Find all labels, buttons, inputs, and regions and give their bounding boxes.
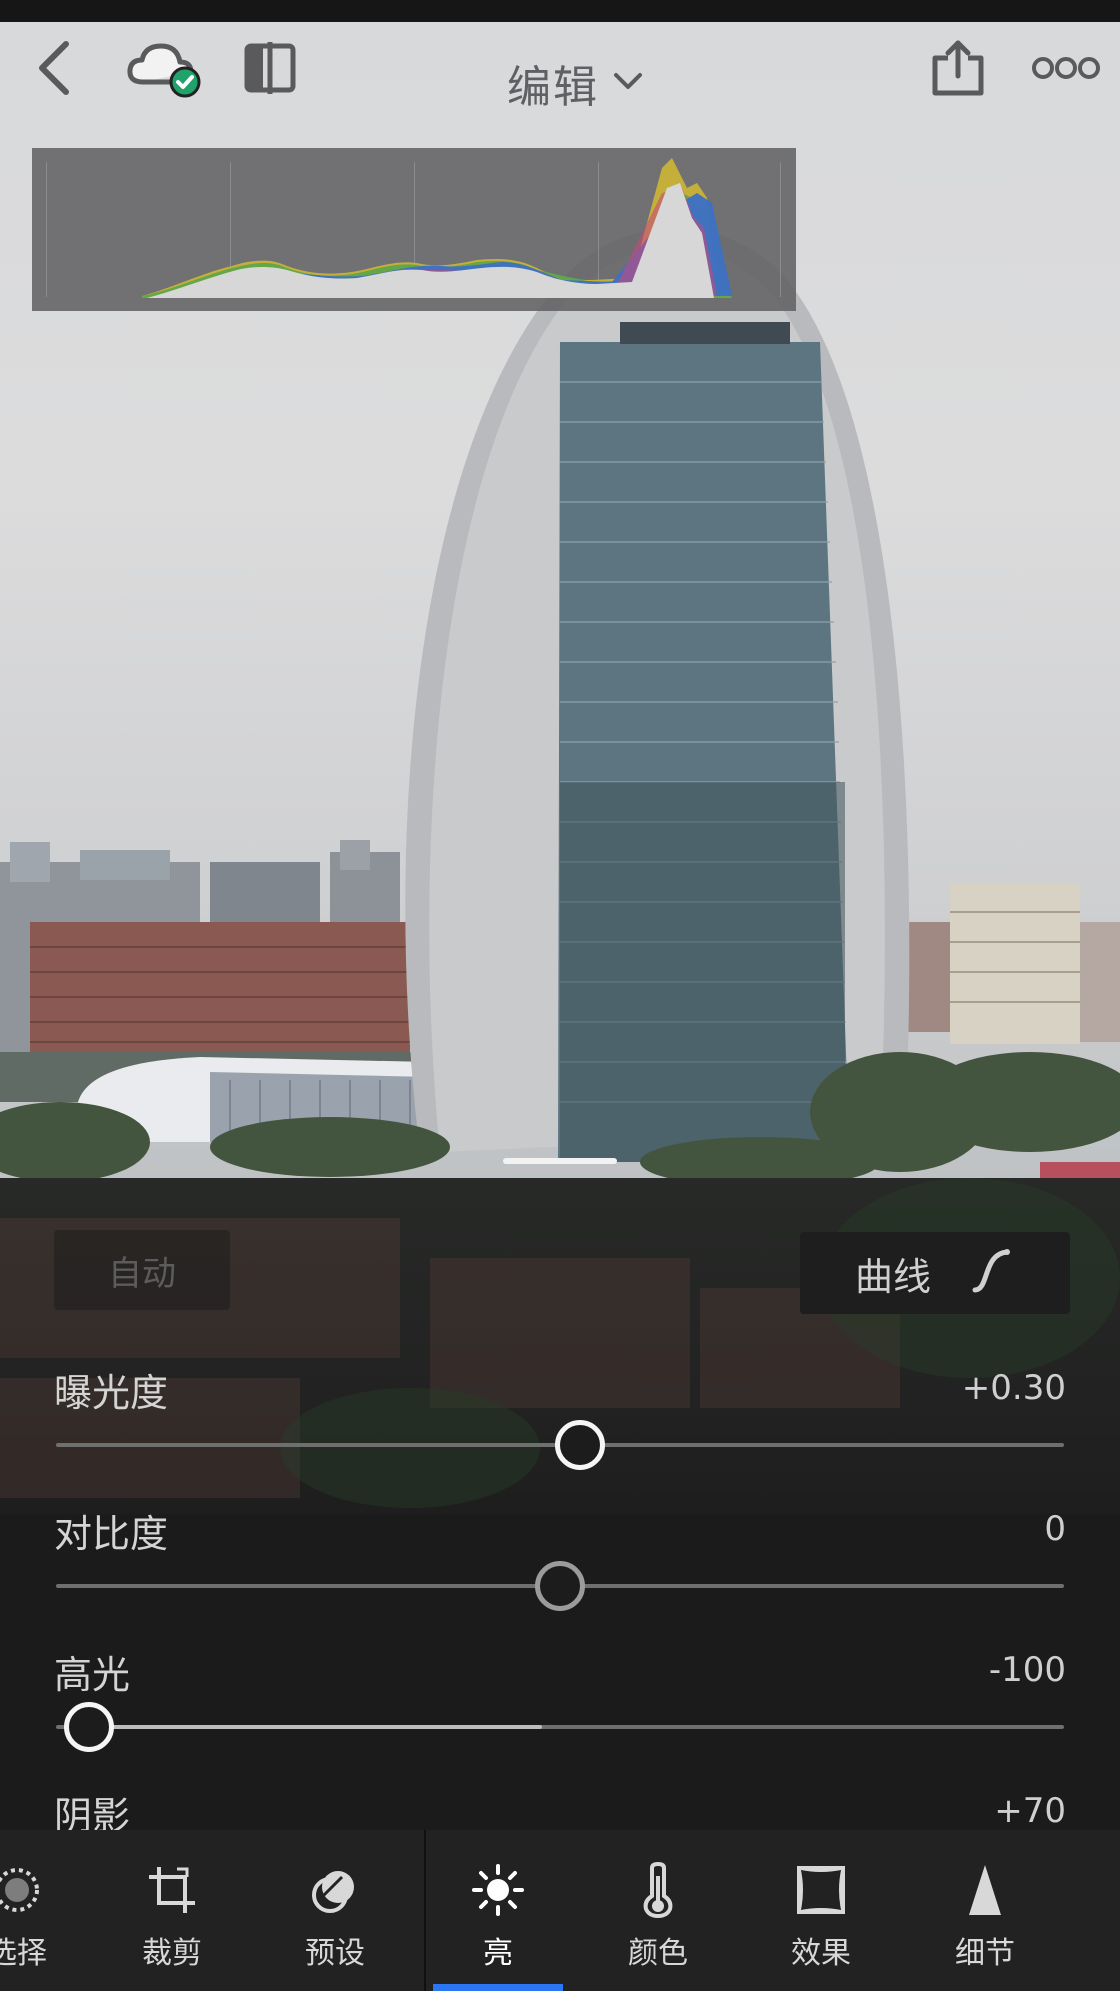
- contrast-thumb[interactable]: [535, 1561, 585, 1611]
- tool-presets[interactable]: 预设: [260, 1830, 410, 1991]
- tool-detail-label: 细节: [955, 1936, 1015, 1971]
- tool-color-label: 颜色: [628, 1936, 688, 1971]
- light-sun-icon: [468, 1860, 528, 1920]
- status-strip: [0, 0, 1120, 22]
- tool-selective-label: 选择: [0, 1936, 47, 1971]
- tool-light-label: 亮: [483, 1936, 513, 1971]
- tool-light[interactable]: 亮: [423, 1830, 573, 1991]
- histogram[interactable]: [32, 148, 796, 311]
- more-button[interactable]: [1026, 30, 1106, 110]
- tool-effects[interactable]: 效果: [746, 1830, 896, 1991]
- detail-triangle-icon: [955, 1860, 1015, 1920]
- auto-button[interactable]: 自动: [54, 1230, 230, 1310]
- panel-drag-handle[interactable]: [503, 1158, 617, 1164]
- highlights-fill: [88, 1725, 542, 1729]
- highlights-thumb[interactable]: [64, 1702, 114, 1752]
- bottom-toolbar: 选择 裁剪 预设 亮 颜色 效果 细节: [0, 1830, 1120, 1991]
- tool-crop-label: 裁剪: [142, 1936, 202, 1971]
- histogram-graph: [142, 158, 732, 298]
- effects-icon: [791, 1860, 851, 1920]
- share-icon: [930, 38, 986, 102]
- back-chevron-icon: [32, 40, 76, 100]
- tool-color[interactable]: 颜色: [583, 1830, 733, 1991]
- cloud-sync-button[interactable]: [120, 30, 210, 110]
- exposure-thumb[interactable]: [555, 1420, 605, 1470]
- chevron-down-icon: [613, 71, 643, 95]
- tool-effects-label: 效果: [791, 1936, 851, 1971]
- share-button[interactable]: [918, 30, 998, 110]
- active-tool-indicator: [433, 1984, 563, 1991]
- exposure-label: 曝光度: [54, 1371, 169, 1415]
- curve-button-label: 曲线: [854, 1254, 931, 1299]
- contrast-slider[interactable]: 对比度 0: [0, 1503, 1120, 1643]
- tool-crop[interactable]: 裁剪: [97, 1830, 247, 1991]
- thermometer-icon: [628, 1860, 688, 1920]
- tool-presets-label: 预设: [305, 1936, 365, 1971]
- curve-button[interactable]: 曲线: [800, 1232, 1070, 1314]
- page-title: 编辑: [507, 62, 599, 113]
- exposure-value: +0.30: [961, 1368, 1066, 1408]
- presets-icon: [305, 1860, 365, 1920]
- top-bar: 编辑: [0, 22, 1120, 122]
- curve-icon: [969, 1246, 1015, 1300]
- highlights-slider[interactable]: 高光 -100: [0, 1644, 1120, 1784]
- exposure-slider[interactable]: 曝光度 +0.30: [0, 1362, 1120, 1502]
- light-panel: 自动 曲线 曝光度 +0.30 对比度 0 高光 -100 阴影 +70: [0, 1178, 1120, 1830]
- contrast-label: 对比度: [54, 1512, 169, 1556]
- selective-icon: [0, 1860, 47, 1920]
- cloud-synced-icon: [125, 38, 205, 102]
- shadows-value: +70: [994, 1791, 1066, 1830]
- back-button[interactable]: [14, 30, 94, 110]
- before-after-icon: [242, 40, 298, 100]
- shadows-label: 阴影: [54, 1794, 131, 1830]
- highlights-value: -100: [988, 1650, 1066, 1690]
- tool-selective[interactable]: 选择: [0, 1830, 92, 1991]
- highlights-label: 高光: [54, 1653, 131, 1697]
- edit-mode-dropdown[interactable]: 编辑: [480, 48, 670, 118]
- contrast-value: 0: [1044, 1509, 1066, 1549]
- shadows-slider[interactable]: 阴影 +70: [0, 1785, 1120, 1830]
- more-icon: [1031, 55, 1101, 85]
- tool-detail[interactable]: 细节: [910, 1830, 1060, 1991]
- before-after-button[interactable]: [230, 30, 310, 110]
- crop-icon: [142, 1860, 202, 1920]
